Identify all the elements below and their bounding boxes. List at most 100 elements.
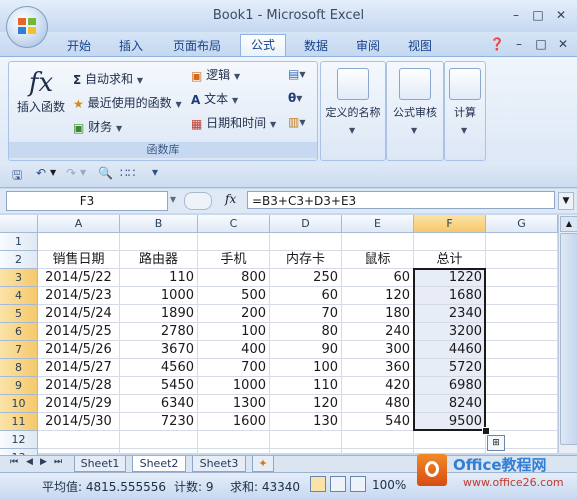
cell-e7[interactable]: 300 bbox=[342, 341, 414, 359]
tab-page-layout[interactable]: 页面布局 bbox=[166, 36, 228, 56]
expand-formula-bar-icon[interactable]: ▼ bbox=[558, 192, 574, 210]
chevron-down-icon[interactable]: ▼ bbox=[50, 168, 56, 177]
prev-sheet-arrow-icon[interactable]: ◀ bbox=[26, 457, 33, 467]
cell-b1[interactable] bbox=[120, 233, 198, 251]
column-header-f[interactable]: F bbox=[414, 215, 486, 233]
undo-icon[interactable]: ↶ bbox=[36, 166, 46, 180]
cell-f8[interactable]: 5720 bbox=[414, 359, 486, 377]
cell-e1[interactable] bbox=[342, 233, 414, 251]
help-icon[interactable]: ❓ bbox=[486, 35, 508, 53]
scroll-up-arrow[interactable]: ▲ bbox=[560, 216, 577, 232]
worksheet-grid[interactable]: ABCDEFG 1 2 销售日期 路由器 手机 内存卡 鼠标 总计 3 2014/5/22 110 8… bbox=[0, 215, 577, 467]
cell-a3[interactable]: 2014/5/22 bbox=[38, 269, 120, 287]
minimize-button[interactable]: – bbox=[505, 6, 527, 24]
financial-button[interactable]: ▣ 财务 ▼ bbox=[73, 118, 122, 135]
vertical-scrollbar[interactable]: ▲ bbox=[558, 215, 577, 453]
text-button[interactable]: A 文本 ▼ bbox=[191, 90, 238, 107]
cell-f12[interactable] bbox=[414, 431, 486, 449]
cell-b3[interactable]: 110 bbox=[120, 269, 198, 287]
cell-d1[interactable] bbox=[270, 233, 342, 251]
cell-g8[interactable] bbox=[486, 359, 558, 377]
cell-b12[interactable] bbox=[120, 431, 198, 449]
column-header-a[interactable]: A bbox=[38, 215, 120, 233]
cell-f9[interactable]: 6980 bbox=[414, 377, 486, 395]
cell-e11[interactable]: 540 bbox=[342, 413, 414, 431]
cell-a11[interactable]: 2014/5/30 bbox=[38, 413, 120, 431]
cell-c2[interactable]: 手机 bbox=[198, 251, 270, 269]
autosum-button[interactable]: Σ 自动求和 ▼ bbox=[73, 70, 143, 87]
cell-f1[interactable] bbox=[414, 233, 486, 251]
cell-g6[interactable] bbox=[486, 323, 558, 341]
ribbon-minimize-button[interactable]: – bbox=[508, 35, 530, 53]
customize-qat-icon[interactable]: ▾ bbox=[152, 165, 158, 179]
column-header-d[interactable]: D bbox=[270, 215, 342, 233]
cell-f7[interactable]: 4460 bbox=[414, 341, 486, 359]
cell-b9[interactable]: 5450 bbox=[120, 377, 198, 395]
row-header[interactable]: 5 bbox=[0, 305, 38, 323]
cell-e10[interactable]: 480 bbox=[342, 395, 414, 413]
ribbon-close-button[interactable]: ✕ bbox=[552, 35, 574, 53]
save-icon[interactable]: 🖫 bbox=[12, 166, 22, 187]
cell-a9[interactable]: 2014/5/28 bbox=[38, 377, 120, 395]
auto-fill-options-icon[interactable]: ⊞ bbox=[487, 435, 505, 451]
row-header[interactable]: 11 bbox=[0, 413, 38, 431]
cell-d9[interactable]: 110 bbox=[270, 377, 342, 395]
cell-c7[interactable]: 400 bbox=[198, 341, 270, 359]
cell-f11[interactable]: 9500 bbox=[414, 413, 486, 431]
cell-e5[interactable]: 180 bbox=[342, 305, 414, 323]
row-header[interactable]: 4 bbox=[0, 287, 38, 305]
page-layout-view-icon[interactable] bbox=[330, 476, 346, 492]
column-header-c[interactable]: C bbox=[198, 215, 270, 233]
fill-handle[interactable] bbox=[482, 427, 490, 435]
cell-d7[interactable]: 90 bbox=[270, 341, 342, 359]
tab-data[interactable]: 数据 bbox=[296, 36, 336, 56]
cell-b6[interactable]: 2780 bbox=[120, 323, 198, 341]
zoom-level[interactable]: 100% bbox=[372, 478, 406, 492]
sheet-tab-sheet3[interactable]: Sheet3 bbox=[192, 456, 246, 472]
formula-auditing-group[interactable]: 公式审核 ▼ bbox=[386, 61, 444, 161]
cell-d3[interactable]: 250 bbox=[270, 269, 342, 287]
first-sheet-arrow-icon[interactable]: ⏮ bbox=[10, 457, 18, 467]
cell-f3[interactable]: 1220 bbox=[414, 269, 486, 287]
cell-c10[interactable]: 1300 bbox=[198, 395, 270, 413]
cell-g2[interactable] bbox=[486, 251, 558, 269]
cell-c1[interactable] bbox=[198, 233, 270, 251]
sheet-tab-sheet2[interactable]: Sheet2 bbox=[132, 456, 186, 472]
cell-e2[interactable]: 鼠标 bbox=[342, 251, 414, 269]
cell-g4[interactable] bbox=[486, 287, 558, 305]
cell-e3[interactable]: 60 bbox=[342, 269, 414, 287]
cell-a6[interactable]: 2014/5/25 bbox=[38, 323, 120, 341]
defined-names-group[interactable]: 定义的名称 ▼ bbox=[320, 61, 386, 161]
cell-d10[interactable]: 120 bbox=[270, 395, 342, 413]
name-box[interactable]: F3 bbox=[6, 191, 168, 211]
cell-f6[interactable]: 3200 bbox=[414, 323, 486, 341]
formula-input[interactable]: =B3+C3+D3+E3 bbox=[247, 191, 555, 209]
logical-button[interactable]: ▣ 逻辑 ▼ bbox=[191, 66, 240, 83]
office-button[interactable] bbox=[6, 6, 48, 48]
more-functions-button[interactable]: ▥▼ bbox=[288, 114, 306, 129]
row-header[interactable]: 3 bbox=[0, 269, 38, 287]
cell-c12[interactable] bbox=[198, 431, 270, 449]
tab-review[interactable]: 审阅 bbox=[348, 36, 388, 56]
sheet-tab-sheet1[interactable]: Sheet1 bbox=[74, 456, 126, 472]
cell-g1[interactable] bbox=[486, 233, 558, 251]
lookup-reference-button[interactable]: ▤▼ bbox=[288, 66, 306, 81]
tab-formulas[interactable]: 公式 bbox=[240, 34, 286, 57]
cell-a8[interactable]: 2014/5/27 bbox=[38, 359, 120, 377]
cell-d5[interactable]: 70 bbox=[270, 305, 342, 323]
dotted-grid-icon[interactable]: ∷∷ bbox=[120, 166, 135, 180]
cell-b4[interactable]: 1000 bbox=[120, 287, 198, 305]
row-header[interactable]: 1 bbox=[0, 233, 38, 251]
row-header[interactable]: 2 bbox=[0, 251, 38, 269]
cell-c4[interactable]: 500 bbox=[198, 287, 270, 305]
column-header-e[interactable]: E bbox=[342, 215, 414, 233]
ribbon-restore-button[interactable]: □ bbox=[530, 35, 552, 53]
cell-f5[interactable]: 2340 bbox=[414, 305, 486, 323]
cell-f4[interactable]: 1680 bbox=[414, 287, 486, 305]
cell-e4[interactable]: 120 bbox=[342, 287, 414, 305]
cell-b2[interactable]: 路由器 bbox=[120, 251, 198, 269]
close-button[interactable]: ✕ bbox=[550, 6, 572, 24]
cell-b10[interactable]: 6340 bbox=[120, 395, 198, 413]
redo-icon[interactable]: ↷ bbox=[66, 166, 76, 180]
tab-home[interactable]: 开始 bbox=[58, 36, 100, 56]
